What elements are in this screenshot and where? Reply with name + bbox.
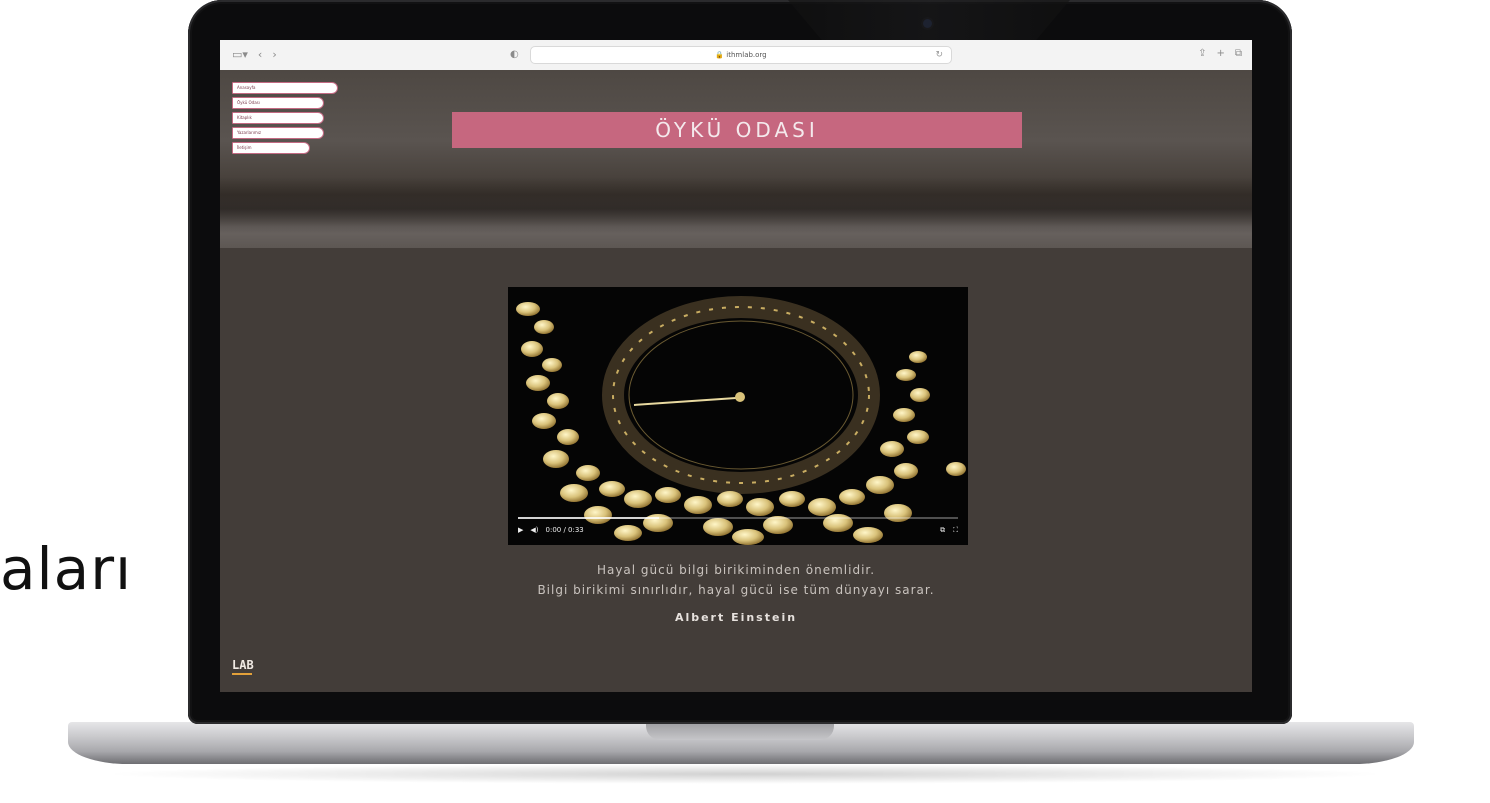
nav-item-library[interactable]: Kitaplık	[232, 112, 324, 124]
browser-toolbar: ▭▾ ‹ › ◐ 🔒 ithmlab.org ↻ ⇪ + ⧉	[220, 40, 1252, 71]
video-progress-fill	[518, 517, 659, 519]
side-nav: Anasayfa Öykü Odası Kitaplık Yazarlarımı…	[232, 82, 338, 154]
quote-line-2: Bilgi birikimi sınırlıdır, hayal gücü is…	[537, 583, 935, 597]
chevron-right-icon[interactable]: ›	[272, 48, 276, 61]
address-bar[interactable]: 🔒 ithmlab.org ↻	[530, 46, 952, 64]
quote-author: Albert Einstein	[674, 611, 798, 624]
laptop-screen: ▭▾ ‹ › ◐ 🔒 ithmlab.org ↻ ⇪ + ⧉ Anasayfa …	[220, 40, 1252, 692]
nav-item-contact[interactable]: İletişim	[232, 142, 310, 154]
browser-right-controls: ⇪ + ⧉	[1198, 48, 1242, 59]
page-title-bar: ÖYKÜ ODASI	[452, 112, 1022, 148]
camera-icon	[923, 19, 932, 28]
page-title: ÖYKÜ ODASI	[655, 118, 819, 142]
privacy-shield-icon[interactable]: ◐	[510, 49, 519, 60]
volume-icon[interactable]: ◀)	[530, 526, 538, 534]
nav-item-story-room[interactable]: Öykü Odası	[232, 97, 324, 109]
laptop-shadow	[100, 764, 1390, 784]
share-icon[interactable]: ⇪	[1198, 48, 1206, 59]
chevron-left-icon[interactable]: ‹	[258, 48, 262, 61]
video-controls-right: ⧉ ⛶	[940, 526, 958, 535]
nav-item-authors[interactable]: Yazarlarımız	[232, 127, 324, 139]
video-player[interactable]: ▶ ◀) 0:00 / 0:33 ⧉ ⛶	[508, 287, 968, 545]
reload-icon[interactable]: ↻	[935, 47, 943, 63]
hero-banner: Anasayfa Öykü Odası Kitaplık Yazarlarımı…	[220, 70, 1252, 248]
nav-item-home[interactable]: Anasayfa	[232, 82, 338, 94]
fullscreen-icon[interactable]: ⛶	[953, 526, 958, 535]
picture-in-picture-icon[interactable]: ⧉	[940, 526, 945, 535]
side-caption: aları	[0, 535, 133, 603]
url-text: 🔒 ithmlab.org	[715, 51, 767, 59]
video-controls: ▶ ◀) 0:00 / 0:33 ⧉ ⛶	[518, 523, 958, 537]
new-tab-icon[interactable]: +	[1216, 48, 1224, 59]
video-frame	[508, 287, 968, 545]
sidebar-icon[interactable]: ▭▾	[232, 48, 248, 61]
video-time: 0:00 / 0:33	[545, 526, 584, 534]
laptop-base-notch	[646, 722, 834, 740]
lab-logo[interactable]: LAB	[232, 658, 254, 672]
quote-line-1: Hayal gücü bilgi birikiminden önemlidir.	[596, 563, 876, 577]
lab-logo-underline	[232, 673, 252, 675]
tabs-icon[interactable]: ⧉	[1235, 48, 1242, 59]
browser-nav-controls: ▭▾ ‹ ›	[232, 48, 277, 61]
quote-block: Hayal gücü bilgi birikiminden önemlidir.…	[220, 560, 1252, 600]
play-icon[interactable]: ▶	[518, 526, 523, 534]
video-progress-bar[interactable]	[518, 517, 958, 519]
